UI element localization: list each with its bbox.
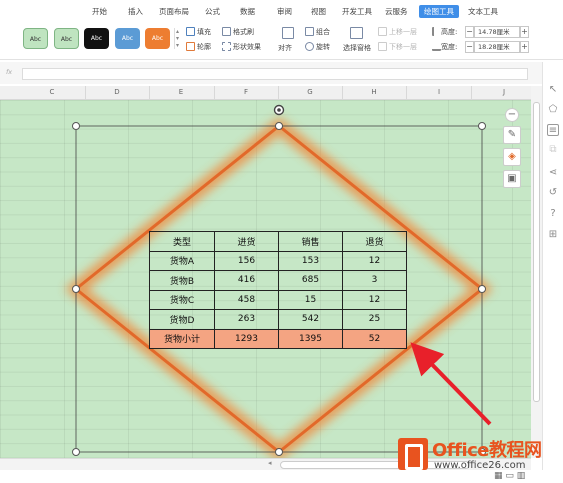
total-cell[interactable]: 52 bbox=[342, 328, 407, 349]
table-cell[interactable]: 458 bbox=[214, 289, 279, 310]
table-cell[interactable]: 416 bbox=[214, 270, 279, 291]
collapse-icon[interactable]: − bbox=[505, 108, 519, 122]
table-row: 货物A 156 153 12 bbox=[149, 250, 407, 271]
table-cell[interactable]: 15 bbox=[278, 289, 343, 310]
handle-top-left[interactable] bbox=[72, 122, 80, 130]
total-cell[interactable]: 1293 bbox=[214, 328, 279, 349]
table-cell[interactable]: 货物B bbox=[149, 270, 215, 291]
diamond-shape-layer bbox=[64, 104, 494, 458]
vertical-scrollbar[interactable] bbox=[531, 86, 542, 458]
table-cell[interactable]: 156 bbox=[214, 250, 279, 271]
fill-bucket-icon[interactable]: ◈ bbox=[503, 148, 521, 166]
apps-icon[interactable]: ⊞ bbox=[547, 229, 559, 241]
table-cell[interactable]: 153 bbox=[278, 250, 343, 271]
table-row: 货物B 416 685 3 bbox=[149, 270, 407, 291]
table-header-row: 类型 进货 销售 退货 bbox=[149, 231, 407, 252]
outline-square-icon[interactable]: ▣ bbox=[503, 170, 521, 188]
table-cell[interactable]: 12 bbox=[342, 250, 407, 271]
logo-title: Office教程网 bbox=[432, 440, 542, 461]
rotate-handle-dot bbox=[277, 108, 281, 112]
table-cell[interactable]: 货物D bbox=[149, 309, 215, 330]
table-cell[interactable]: 货物A bbox=[149, 250, 215, 271]
header-cell[interactable]: 类型 bbox=[149, 231, 215, 252]
table-row: 货物D 263 542 25 bbox=[149, 309, 407, 330]
history-icon[interactable]: ↺ bbox=[547, 187, 559, 199]
logo-url: www.office26.com bbox=[434, 460, 526, 471]
header-cell[interactable]: 退货 bbox=[342, 231, 407, 252]
handle-top[interactable] bbox=[275, 122, 283, 130]
table-total-row: 货物小计 1293 1395 52 bbox=[149, 328, 407, 349]
site-logo: Office教程网 www.office26.com bbox=[398, 436, 560, 482]
data-table: 类型 进货 销售 退货 货物A 156 153 12 货物B 416 685 3… bbox=[149, 231, 407, 349]
handle-top-right[interactable] bbox=[478, 122, 486, 130]
handle-right[interactable] bbox=[478, 285, 486, 293]
table-cell[interactable]: 542 bbox=[278, 309, 343, 330]
header-cell[interactable]: 进货 bbox=[214, 231, 279, 252]
shapes-icon[interactable]: ⬠ bbox=[547, 104, 559, 116]
scroll-left-icon[interactable]: ◂ bbox=[268, 459, 272, 467]
table-cell[interactable]: 货物C bbox=[149, 289, 215, 310]
share-icon[interactable]: ⋖ bbox=[547, 167, 559, 179]
table-cell[interactable]: 12 bbox=[342, 289, 407, 310]
right-sidebar: ↖ ⬠ ≡ ⧉ ⋖ ↺ ? ⊞ bbox=[542, 62, 563, 470]
table-cell[interactable]: 3 bbox=[342, 270, 407, 291]
table-cell[interactable]: 685 bbox=[278, 270, 343, 291]
layers-icon[interactable]: ⧉ bbox=[547, 144, 559, 156]
office-logo-icon bbox=[398, 438, 428, 470]
handle-left[interactable] bbox=[72, 285, 80, 293]
table-row: 货物C 458 15 12 bbox=[149, 289, 407, 310]
annotation-arrow bbox=[410, 342, 492, 426]
total-cell[interactable]: 1395 bbox=[278, 328, 343, 349]
total-cell[interactable]: 货物小计 bbox=[149, 328, 215, 349]
vertical-scroll-thumb[interactable] bbox=[533, 102, 540, 402]
header-cell[interactable]: 销售 bbox=[278, 231, 343, 252]
handle-bottom-left[interactable] bbox=[72, 448, 80, 456]
cursor-icon[interactable]: ↖ bbox=[547, 84, 559, 96]
help-icon[interactable]: ? bbox=[547, 208, 559, 220]
edit-pen-icon[interactable]: ✎ bbox=[503, 126, 521, 144]
handle-bottom[interactable] bbox=[275, 448, 283, 456]
table-cell[interactable]: 263 bbox=[214, 309, 279, 330]
properties-icon[interactable]: ≡ bbox=[547, 124, 559, 136]
table-cell[interactable]: 25 bbox=[342, 309, 407, 330]
